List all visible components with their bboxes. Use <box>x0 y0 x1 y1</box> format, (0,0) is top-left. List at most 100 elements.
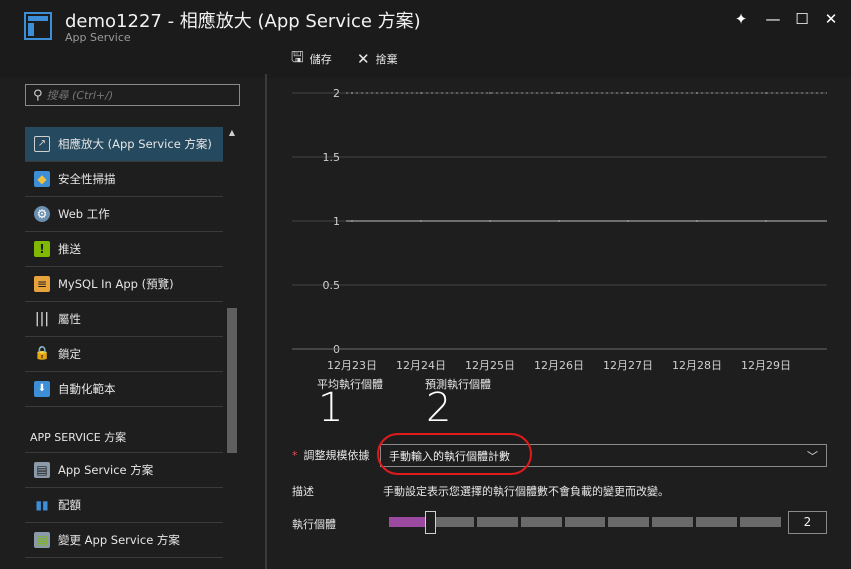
maximize-icon[interactable]: ☐ <box>793 10 811 28</box>
y-tick-label: 0.5 <box>323 279 341 292</box>
sidebar-item-label: 安全性掃描 <box>58 172 116 186</box>
sidebar-item-scale-up[interactable]: ↗ 相應放大 (App Service 方案) <box>25 127 223 162</box>
slider-segment <box>608 517 650 527</box>
slider-segment <box>696 517 738 527</box>
pane-divider <box>265 74 267 569</box>
properties-icon: ||| <box>34 311 50 327</box>
scale-up-icon: ↗ <box>34 136 50 152</box>
data-point <box>765 220 767 222</box>
x-tick-label: 12月27日 <box>603 359 653 372</box>
x-tick-label: 12月23日 <box>327 359 377 372</box>
x-tick-label: 12月28日 <box>672 359 722 372</box>
sidebar-item-mysql[interactable]: ≡ MySQL In App (預覽) <box>25 267 223 302</box>
scale-by-label: * 調整規模依據 <box>292 447 370 463</box>
sidebar-item-push[interactable]: ! 推送 <box>25 232 223 267</box>
search-icon: ⚲ <box>33 87 43 103</box>
automation-script-icon: ⬇ <box>34 381 50 397</box>
sidebar-item-security-scan[interactable]: ◆ 安全性掃描 <box>25 162 223 197</box>
sidebar-item-label: 屬性 <box>58 312 81 326</box>
save-icon: 🖫 <box>291 47 304 66</box>
blade-title: demo1227 - 相應放大 (App Service 方案) <box>65 11 421 32</box>
sidebar-section-header: APP SERVICE 方案 <box>25 407 223 453</box>
data-point <box>351 92 353 94</box>
sidebar-item-app-service-plan[interactable]: ▤ App Service 方案 <box>25 453 223 488</box>
sidebar-item-quotas[interactable]: ▮▮ 配額 <box>25 488 223 523</box>
slider-segment <box>476 517 518 527</box>
required-marker: * <box>292 449 298 462</box>
instance-chart: 00.511.5212月23日12月24日12月25日12月26日12月27日1… <box>292 87 827 372</box>
x-tick-label: 12月24日 <box>396 359 446 372</box>
slider-segment <box>740 517 782 527</box>
y-tick-label: 2 <box>333 87 340 100</box>
slider-thumb[interactable] <box>425 511 437 534</box>
sidebar-item-label: 配額 <box>58 498 81 512</box>
app-service-icon <box>24 12 52 40</box>
data-point <box>696 220 698 222</box>
description-label: 描述 <box>292 485 314 498</box>
slider-segment <box>520 517 562 527</box>
data-point <box>558 92 560 94</box>
sidebar-item-label: 鎖定 <box>58 347 81 361</box>
blade-subtitle: App Service <box>65 31 131 44</box>
save-button[interactable]: 🖫 儲存 <box>291 48 332 68</box>
app-service-plan-icon: ▤ <box>34 462 50 478</box>
x-tick-label: 12月26日 <box>534 359 584 372</box>
y-tick-label: 1.5 <box>323 151 341 164</box>
slider-segment <box>564 517 606 527</box>
discard-button[interactable]: ✕ 捨棄 <box>357 50 398 68</box>
mysql-icon: ≡ <box>34 276 50 292</box>
sidebar-item-label: App Service 方案 <box>58 463 154 477</box>
scale-by-label-text: 調整規模依據 <box>303 449 370 462</box>
slider-fill <box>389 517 429 527</box>
save-label: 儲存 <box>309 53 332 66</box>
instance-count-input[interactable]: 2 <box>788 511 827 534</box>
sidebar-item-lock[interactable]: 🔒 鎖定 <box>25 337 223 372</box>
scroll-up-icon[interactable]: ▲ <box>224 128 240 142</box>
y-tick-label: 1 <box>333 215 340 228</box>
sidebar-item-properties[interactable]: ||| 屬性 <box>25 302 223 337</box>
data-point <box>489 220 491 222</box>
sidebar-item-label: 變更 App Service 方案 <box>58 533 180 547</box>
sidebar-item-automation[interactable]: ⬇ 自動化範本 <box>25 372 223 407</box>
push-icon: ! <box>34 241 50 257</box>
discard-label: 捨棄 <box>375 53 398 66</box>
webjobs-icon: ⚙ <box>34 206 50 222</box>
data-point <box>489 92 491 94</box>
slider-segment <box>432 517 474 527</box>
pin-icon[interactable]: ✦ <box>732 10 750 28</box>
x-tick-label: 12月29日 <box>741 359 791 372</box>
data-point <box>765 92 767 94</box>
average-instances-value: 1 <box>318 385 344 431</box>
slider-segment <box>652 517 694 527</box>
highlight-annotation <box>377 433 532 475</box>
sidebar-item-label: Web 工作 <box>58 207 110 221</box>
data-point <box>351 220 353 222</box>
close-icon[interactable]: ✕ <box>822 10 840 28</box>
data-point <box>627 220 629 222</box>
sidebar-item-label: 推送 <box>58 242 81 256</box>
sidebar-item-label: 自動化範本 <box>58 382 116 396</box>
predicted-instances-value: 2 <box>426 385 452 431</box>
security-scan-icon: ◆ <box>34 171 50 187</box>
minimize-icon[interactable]: — <box>764 10 782 28</box>
description-text: 手動設定表示您選擇的執行個體數不會負載的變更而改變。 <box>383 485 669 498</box>
lock-icon: 🔒 <box>34 346 51 361</box>
sidebar-item-webjobs[interactable]: ⚙ Web 工作 <box>25 197 223 232</box>
chevron-down-icon: ﹀ <box>807 449 818 463</box>
sidebar-scrollbar-thumb[interactable] <box>227 308 237 453</box>
search-input[interactable] <box>46 88 217 102</box>
sidebar-item-change-plan[interactable]: ▤ 變更 App Service 方案 <box>25 523 223 558</box>
instance-count-slider[interactable] <box>389 517 782 527</box>
data-point <box>696 92 698 94</box>
data-point <box>420 220 422 222</box>
data-point <box>627 92 629 94</box>
search-box[interactable]: ⚲ <box>25 84 240 106</box>
discard-icon: ✕ <box>357 50 370 68</box>
change-plan-icon: ▤ <box>34 532 50 548</box>
data-point <box>420 92 422 94</box>
quotas-icon: ▮▮ <box>35 498 49 512</box>
instance-count-label: 執行個體 <box>292 518 336 531</box>
data-point <box>558 220 560 222</box>
sidebar-item-label: 相應放大 (App Service 方案) <box>58 137 212 151</box>
sidebar-item-label: MySQL In App (預覽) <box>58 277 174 291</box>
